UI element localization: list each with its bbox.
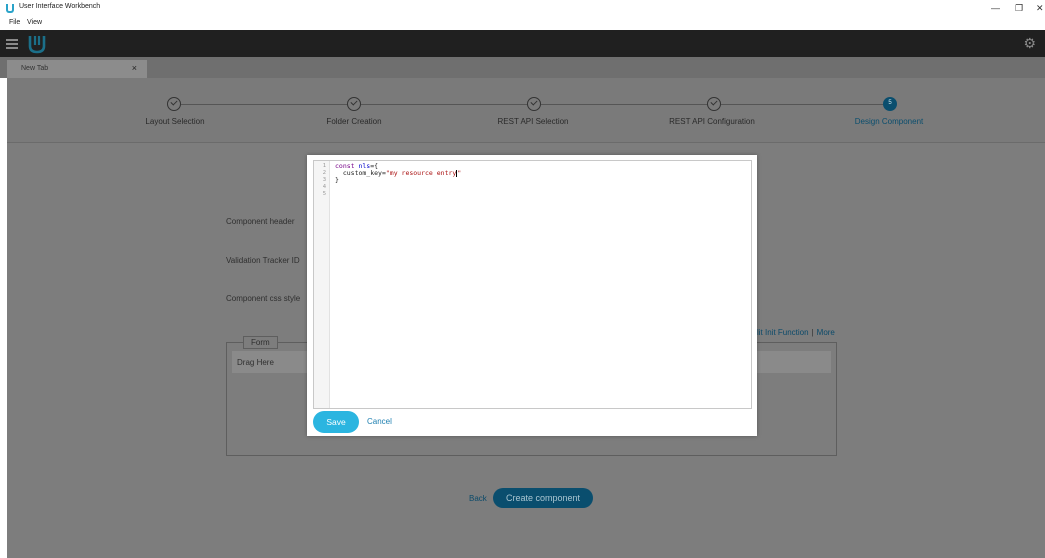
step-3-complete-icon — [527, 97, 541, 111]
step-1-complete-icon — [167, 97, 181, 111]
tab-label: New Tab — [21, 65, 49, 72]
step-4-complete-icon — [707, 97, 721, 111]
window-title: User Interface Workbench — [19, 3, 101, 10]
step-connector — [361, 104, 527, 105]
tab-close-icon[interactable]: × — [132, 63, 137, 73]
hamburger-menu-icon[interactable] — [6, 39, 18, 49]
tab-new-tab[interactable]: New Tab × — [7, 60, 147, 78]
line-number: 2 — [322, 170, 326, 176]
step-5-active-icon: 5 — [883, 97, 897, 111]
gear-icon[interactable]: ⚙ — [1023, 35, 1036, 52]
app-logo — [28, 36, 46, 54]
menu-file[interactable]: File — [9, 19, 20, 26]
line-number: 4 — [322, 184, 326, 190]
app-header: ⚙ — [0, 30, 1045, 57]
step-2-complete-icon — [347, 97, 361, 111]
create-component-button[interactable]: Create component — [493, 488, 593, 508]
code-line: } — [335, 176, 339, 184]
init-function-link[interactable]: lit Init Function — [757, 328, 809, 337]
minimize-button[interactable]: — — [991, 2, 1000, 14]
line-number: 3 — [322, 177, 326, 183]
form-actions: lit Init Function | More — [757, 328, 835, 337]
restore-button[interactable]: ❐ — [1015, 2, 1023, 14]
menu-view[interactable]: View — [27, 19, 42, 26]
wizard-stepper: 5 Layout Selection Folder Creation REST … — [7, 78, 1045, 143]
window-titlebar: User Interface Workbench — ❐ ✕ — [0, 0, 1045, 18]
close-window-button[interactable]: ✕ — [1036, 2, 1044, 14]
back-link[interactable]: Back — [469, 494, 487, 503]
step-label-folder-creation: Folder Creation — [326, 117, 382, 126]
code-editor-dialog: 12345 const nls={ custom_key="my resourc… — [307, 155, 757, 436]
step-connector — [721, 104, 887, 105]
step-connector — [181, 104, 347, 105]
validation-tracker-label: Validation Tracker ID — [226, 256, 300, 265]
save-button[interactable]: Save — [313, 411, 359, 433]
component-css-style-label: Component css style — [226, 294, 301, 303]
more-link[interactable]: More — [817, 328, 835, 337]
form-legend: Form — [243, 336, 278, 349]
code-token: "my resource entry — [385, 169, 457, 177]
component-header-label: Component header — [226, 217, 295, 226]
cancel-button[interactable]: Cancel — [367, 417, 392, 426]
code-token: " — [457, 169, 462, 177]
step-label-rest-api-configuration: REST API Configuration — [669, 117, 755, 126]
menu-bar: File View — [0, 18, 1045, 30]
line-number: 1 — [322, 163, 326, 169]
tab-strip: New Tab × — [0, 57, 1045, 78]
link-separator: | — [811, 328, 814, 337]
step-label-rest-api-selection: REST API Selection — [497, 117, 569, 126]
step-label-layout-selection: Layout Selection — [145, 117, 205, 126]
line-number-gutter: 12345 — [314, 161, 330, 408]
code-token: } — [335, 176, 339, 184]
line-number: 5 — [322, 191, 326, 197]
drag-here-label: Drag Here — [237, 358, 274, 367]
step-label-design-component: Design Component — [854, 117, 924, 126]
code-editor[interactable]: 12345 const nls={ custom_key="my resourc… — [313, 160, 752, 409]
code-token: custom_key= — [335, 169, 386, 177]
app-icon — [6, 4, 14, 13]
step-connector — [541, 104, 707, 105]
code-line: custom_key="my resource entry" — [335, 169, 461, 177]
